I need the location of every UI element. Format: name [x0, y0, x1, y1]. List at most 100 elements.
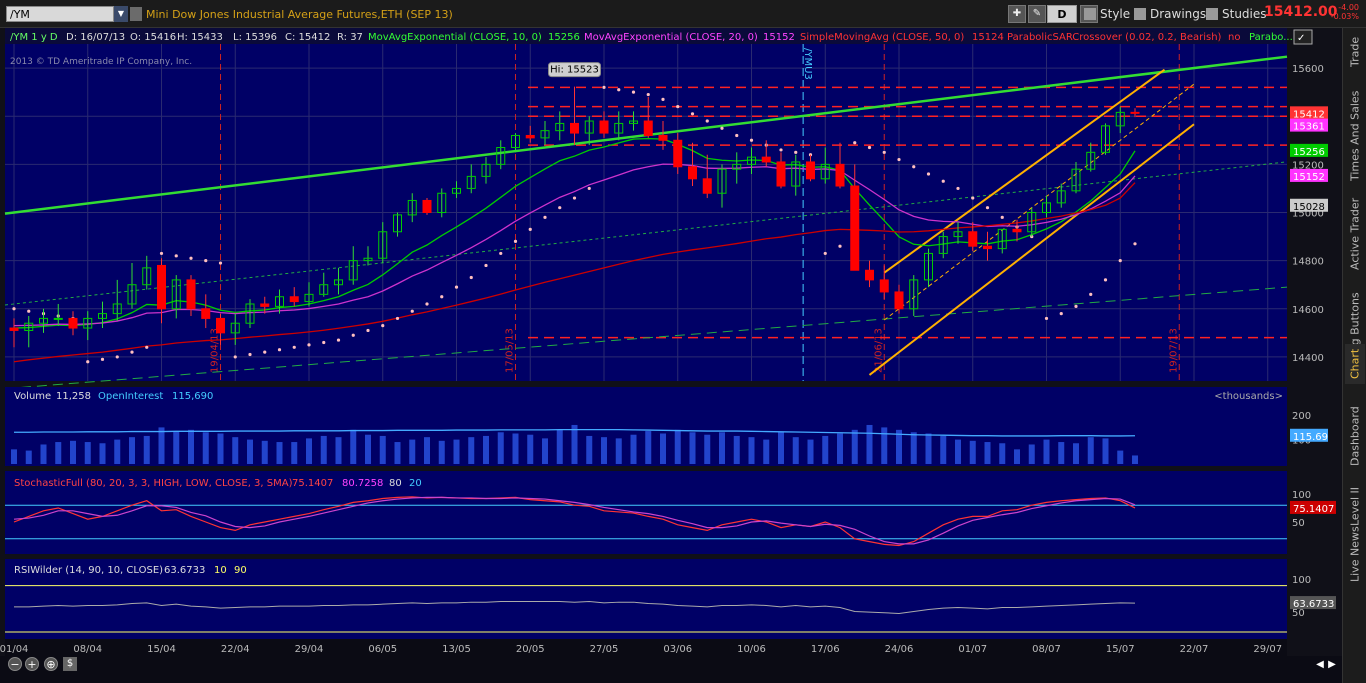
rsi-label[interactable]: RSIWilder (14, 90, 10, CLOSE): [14, 565, 163, 576]
psar-dot: [469, 275, 473, 280]
symbol-period[interactable]: /YM 1 y D: [10, 32, 58, 43]
psar-dot: [941, 179, 945, 183]
drawing-tool-icon[interactable]: ✎: [1028, 5, 1046, 23]
price-header: /YM 1 y D D: 16/07/13 O: 15416 H: 15433 …: [10, 32, 1293, 43]
psar-dot: [130, 350, 134, 354]
x-tick-label: 08/04: [73, 644, 102, 655]
tab-active-trader[interactable]: Active Trader: [1345, 186, 1365, 282]
stoch-d-value: 80.7258: [342, 478, 383, 489]
ema20-label[interactable]: MovAvgExponential (CLOSE, 20, 0): [584, 32, 758, 43]
psar-dot: [263, 350, 267, 354]
psar-dot: [115, 355, 119, 359]
sma50-label[interactable]: SimpleMovingAvg (CLOSE, 50, 0): [800, 32, 964, 43]
candle-body: [806, 161, 815, 180]
candle-body: [186, 279, 196, 310]
oi-label[interactable]: OpenInterest: [98, 391, 163, 402]
price-marker-label: 15256: [1293, 147, 1325, 158]
header-close: C: 15412: [285, 32, 330, 43]
zoom-fit-icon[interactable]: ⊕: [44, 657, 58, 671]
psar-dot: [410, 309, 414, 313]
psar-dot: [823, 251, 827, 256]
drawings-label: Drawings: [1150, 7, 1207, 21]
symbol-dropdown-icon[interactable]: ▼: [114, 6, 128, 22]
volume-label[interactable]: Volume: [14, 391, 51, 402]
side-tab-strip: Trade Times And Sales Active Trader Big …: [1342, 28, 1366, 683]
volume-bar: [556, 429, 563, 464]
x-tick-label: 15/07: [1106, 644, 1135, 655]
volume-bar: [261, 440, 268, 464]
volume-bar: [217, 433, 224, 464]
x-tick-label: 10/06: [737, 644, 766, 655]
volume-bar: [689, 432, 696, 464]
style-label: Style: [1100, 7, 1131, 21]
x-tick-label: 15/04: [147, 644, 176, 655]
scroll-right-icon[interactable]: ▶: [1326, 659, 1338, 671]
tab-chart[interactable]: Chart: [1345, 344, 1365, 384]
volume-bar: [11, 449, 17, 464]
x-tick-label: 20/05: [516, 644, 545, 655]
candle-body: [894, 291, 904, 310]
volume-bar: [999, 443, 1006, 464]
net-change-percent: -0.03%: [1330, 12, 1359, 21]
stoch-oversold: 20: [409, 478, 422, 489]
psar-dot: [86, 360, 90, 364]
last-price: 15412.00: [1264, 4, 1338, 20]
psar-dot: [794, 150, 798, 154]
volume-bar: [660, 433, 666, 464]
psar-dot: [735, 133, 739, 138]
psar-label[interactable]: ParabolicSARCrossover (0.02, 0.2, Bearis…: [1007, 32, 1222, 43]
chart-footer: [0, 656, 1342, 683]
zoom-in-icon[interactable]: +: [25, 657, 39, 671]
ema20-value: 15152: [763, 32, 795, 43]
studies-icon: [1206, 8, 1218, 20]
symbol-input[interactable]: /YM: [6, 6, 114, 22]
ema10-label[interactable]: MovAvgExponential (CLOSE, 10, 0): [368, 32, 542, 43]
psar-dot: [292, 345, 296, 349]
high-callout-label: Hi: 15523: [550, 65, 599, 76]
aggregation-button[interactable]: D: [1047, 5, 1077, 23]
chart-area[interactable]: 19/04/13 17/05/13 21/06/13 19/07/13 15600 15…: [0, 28, 1342, 656]
zoom-out-icon[interactable]: −: [8, 657, 22, 671]
tab-dashboard[interactable]: Dashboard: [1345, 396, 1365, 476]
candle-body: [983, 245, 992, 250]
crosshair-icon[interactable]: ✚: [1008, 5, 1026, 23]
candle-body: [968, 231, 978, 247]
drawings-menu-button[interactable]: Drawings: [1132, 5, 1206, 23]
link-icon[interactable]: [130, 7, 142, 21]
psar-dot: [956, 186, 960, 191]
header-low: L: 15396: [233, 32, 277, 43]
scroll-left-icon[interactable]: ◀: [1314, 659, 1326, 671]
volume-units: <thousands>: [1214, 391, 1283, 402]
psar-dot: [587, 186, 591, 191]
psar-dot: [204, 259, 208, 263]
price-type-icon[interactable]: $: [63, 657, 77, 671]
volume-bar: [674, 429, 681, 464]
candle-body: [201, 308, 211, 319]
tab-times-and-sales[interactable]: Times And Sales: [1345, 86, 1365, 186]
x-axis-bg: [5, 639, 1287, 656]
psar-dot: [631, 90, 636, 94]
candle-body: [289, 296, 299, 303]
psar-dot: [646, 92, 650, 97]
stoch-label[interactable]: StochasticFull (80, 20, 3, 3, HIGH, LOW,…: [14, 478, 293, 489]
candle-body: [879, 279, 889, 293]
rsi-value: 63.6733: [164, 565, 205, 576]
tab-trade[interactable]: Trade: [1345, 30, 1365, 74]
psar-dot: [366, 328, 370, 333]
header-date: D: 16/07/13: [66, 32, 125, 43]
volume-bar: [910, 432, 917, 464]
net-change: -4.00 -0.03%: [1329, 3, 1359, 21]
studies-label: Studies: [1222, 7, 1267, 21]
volume-bar: [424, 437, 430, 464]
price-tick-label: 14600: [1292, 305, 1324, 316]
psar2-label[interactable]: Parabo...: [1249, 32, 1293, 43]
style-menu-button[interactable]: Style: [1082, 5, 1130, 23]
studies-menu-button[interactable]: Studies: [1204, 5, 1267, 23]
x-tick-label: 27/05: [590, 644, 619, 655]
volume-value: 11,258: [56, 391, 91, 402]
psar-dot: [233, 355, 237, 359]
tab-live-news[interactable]: Live News: [1345, 524, 1365, 584]
psar-dot: [248, 352, 252, 357]
psar-dot: [381, 324, 385, 328]
volume-bar: [615, 438, 622, 464]
